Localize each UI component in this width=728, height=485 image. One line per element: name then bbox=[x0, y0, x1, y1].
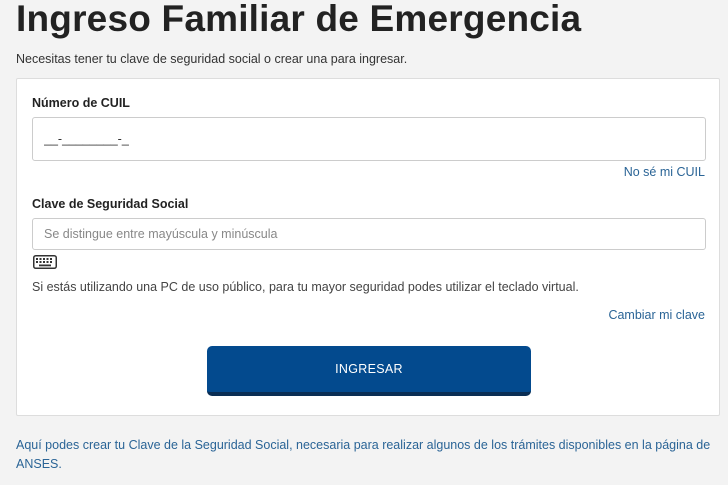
login-card: Número de CUIL No sé mi CUIL Clave de Se… bbox=[16, 78, 720, 416]
cuil-input[interactable] bbox=[32, 117, 706, 161]
page-subtitle: Necesitas tener tu clave de seguridad so… bbox=[16, 52, 408, 66]
change-password-link[interactable]: Cambiar mi clave bbox=[608, 308, 705, 322]
keyboard-icon[interactable] bbox=[33, 255, 57, 269]
page-title: Ingreso Familiar de Emergencia bbox=[16, 0, 582, 39]
create-key-link[interactable]: Aquí podes crear tu Clave de la Segurida… bbox=[16, 436, 720, 474]
submit-button[interactable]: INGRESAR bbox=[207, 346, 531, 396]
password-label: Clave de Seguridad Social bbox=[32, 197, 189, 211]
forgot-cuil-link[interactable]: No sé mi CUIL bbox=[624, 165, 705, 179]
virtual-keyboard-note: Si estás utilizando una PC de uso públic… bbox=[32, 280, 579, 294]
password-input[interactable] bbox=[32, 218, 706, 250]
cuil-label: Número de CUIL bbox=[32, 96, 130, 110]
